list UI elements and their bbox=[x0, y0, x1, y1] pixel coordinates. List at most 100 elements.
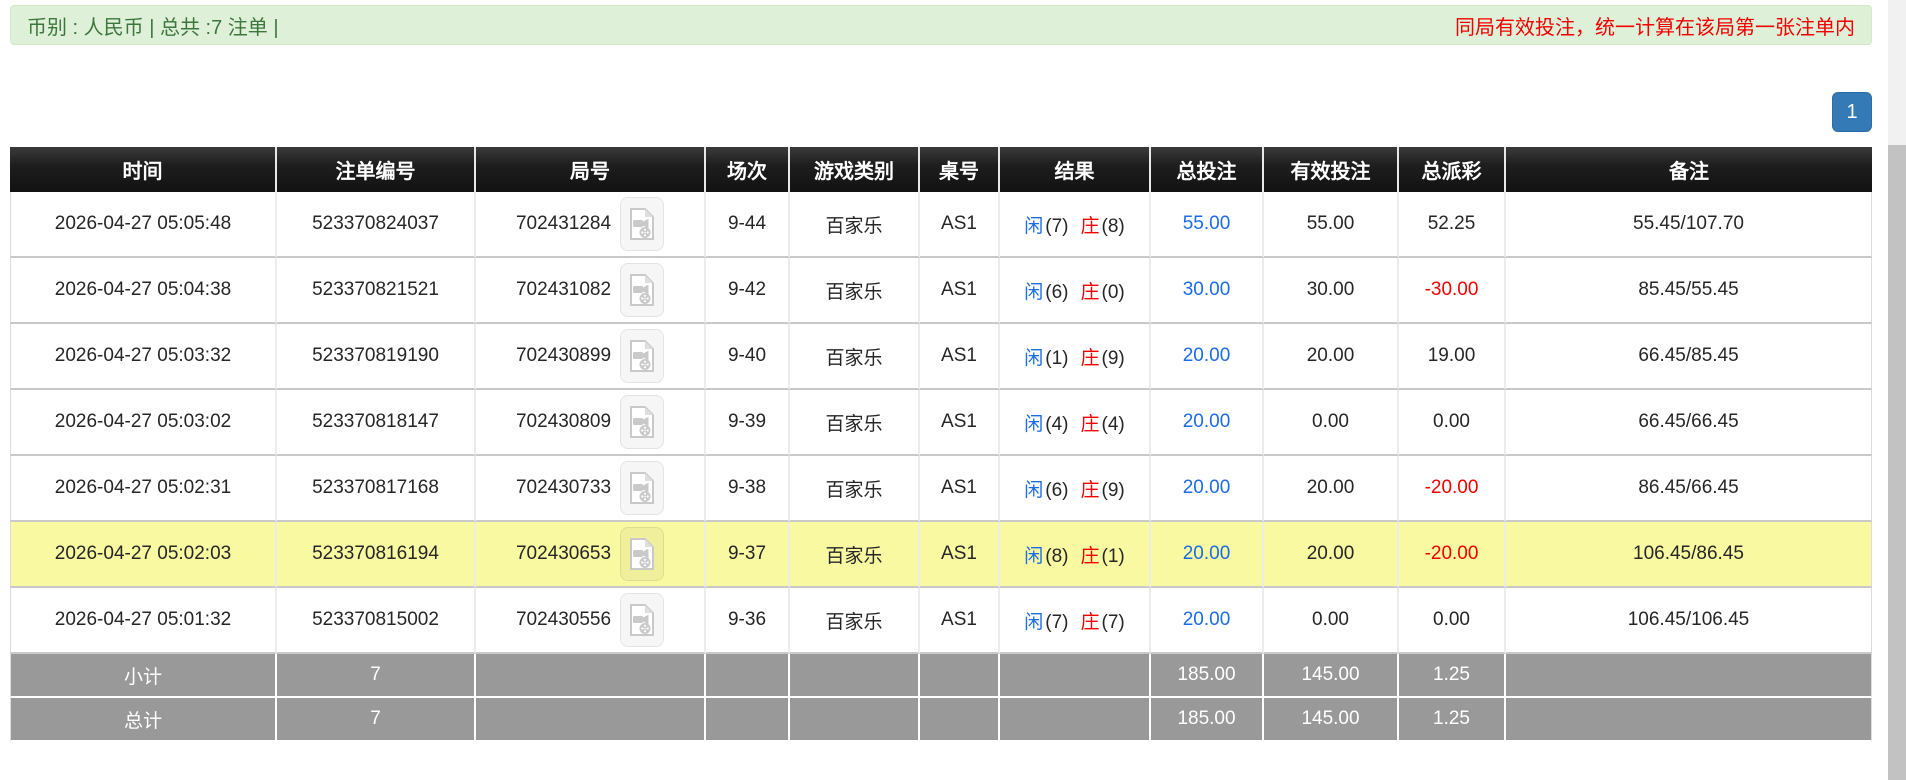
subtotal-row: 小计 7 185.00 145.00 1.25 bbox=[10, 654, 1872, 698]
payout-cell: -20.00 bbox=[1399, 456, 1506, 522]
result-player-label: 闲 bbox=[1024, 545, 1044, 567]
result-player-points: (1) bbox=[1045, 347, 1069, 369]
vertical-scrollbar[interactable] bbox=[1888, 0, 1906, 780]
header-time: 时间 bbox=[10, 147, 277, 192]
payout-cell: 0.00 bbox=[1399, 588, 1506, 654]
round-video-button[interactable] bbox=[620, 461, 665, 515]
result-cell: 闲 (6) 庄 (9) bbox=[1000, 456, 1151, 522]
total-bet-cell: 20.00 bbox=[1151, 390, 1264, 456]
round-video-button[interactable] bbox=[620, 329, 665, 383]
time-cell: 2026-04-27 05:03:32 bbox=[10, 324, 277, 390]
result-cell: 闲 (4) 庄 (4) bbox=[1000, 390, 1151, 456]
result-cell: 闲 (1) 庄 (9) bbox=[1000, 324, 1151, 390]
result-cell: 闲 (8) 庄 (1) bbox=[1000, 522, 1151, 588]
result-player-points: (4) bbox=[1045, 413, 1069, 435]
session-cell: 9-38 bbox=[706, 456, 790, 522]
round-id-value: 702430899 bbox=[515, 345, 612, 366]
bet-id-cell: 523370821521 bbox=[277, 258, 476, 324]
round-video-button[interactable] bbox=[620, 263, 665, 317]
result-player-points: (6) bbox=[1045, 281, 1069, 303]
video-file-icon bbox=[630, 340, 655, 372]
result-banker-points: (9) bbox=[1101, 479, 1125, 501]
video-file-icon bbox=[630, 274, 655, 306]
scrollbar-thumb[interactable] bbox=[1888, 145, 1906, 780]
result-banker-label: 庄 bbox=[1080, 479, 1100, 501]
valid-bet-cell: 0.00 bbox=[1264, 390, 1399, 456]
subtotal-empty-round-id-cell bbox=[476, 654, 706, 698]
remark-cell: 66.45/66.45 bbox=[1506, 390, 1872, 456]
round-id-value: 702430556 bbox=[515, 609, 612, 630]
table-row: 2026-04-27 05:01:32 523370815002 702430556… bbox=[10, 588, 1872, 654]
round-video-button[interactable] bbox=[620, 593, 665, 647]
table-row: 2026-04-27 05:05:48 523370824037 702431284… bbox=[10, 192, 1872, 258]
result-player-points: (7) bbox=[1045, 215, 1069, 237]
game-type-cell: 百家乐 bbox=[790, 390, 920, 456]
table-no-cell: AS1 bbox=[920, 324, 1000, 390]
round-id-wrap: 702431284 bbox=[477, 197, 703, 251]
total-bet-cell: 20.00 bbox=[1151, 324, 1264, 390]
round-video-button[interactable] bbox=[620, 197, 665, 251]
grand-total-empty-round-id-cell bbox=[476, 698, 706, 742]
table-row: 2026-04-27 05:02:03 523370816194 702430653… bbox=[10, 522, 1872, 588]
valid-bet-note: 同局有效投注，统一计算在该局第一张注单内 bbox=[1455, 16, 1855, 39]
round-video-button[interactable] bbox=[620, 527, 665, 581]
subtotal-count-cell: 7 bbox=[277, 654, 476, 698]
round-video-button[interactable] bbox=[620, 395, 665, 449]
result-banker-label: 庄 bbox=[1080, 281, 1100, 303]
remark-cell: 85.45/55.45 bbox=[1506, 258, 1872, 324]
round-id-wrap: 702430809 bbox=[477, 395, 703, 449]
time-cell: 2026-04-27 05:02:31 bbox=[10, 456, 277, 522]
table-no-cell: AS1 bbox=[920, 192, 1000, 258]
result-banker-label: 庄 bbox=[1080, 611, 1100, 633]
table-no-cell: AS1 bbox=[920, 588, 1000, 654]
grand-total-empty-result-cell bbox=[1000, 698, 1151, 742]
bet-id-cell: 523370818147 bbox=[277, 390, 476, 456]
round-id-wrap: 702430653 bbox=[477, 527, 703, 581]
grand-total-label-cell: 总计 bbox=[10, 698, 277, 742]
subtotal-payout-cell: 1.25 bbox=[1399, 654, 1506, 698]
session-cell: 9-36 bbox=[706, 588, 790, 654]
total-bet-cell: 55.00 bbox=[1151, 192, 1264, 258]
grand-total-payout-cell: 1.25 bbox=[1399, 698, 1506, 742]
time-cell: 2026-04-27 05:03:02 bbox=[10, 390, 277, 456]
table-row: 2026-04-27 05:02:31 523370817168 702430733… bbox=[10, 456, 1872, 522]
valid-bet-cell: 20.00 bbox=[1264, 522, 1399, 588]
result-player-label: 闲 bbox=[1024, 611, 1044, 633]
round-id-cell: 702430809 bbox=[476, 390, 706, 456]
subtotal-empty-remark-cell bbox=[1506, 654, 1872, 698]
total-bet-cell: 20.00 bbox=[1151, 522, 1264, 588]
currency-total-text: 币别 : 人民币 | 总共 :7 注单 | bbox=[27, 16, 279, 39]
subtotal-valid-bet-cell: 145.00 bbox=[1264, 654, 1399, 698]
round-id-cell: 702431284 bbox=[476, 192, 706, 258]
result-cell: 闲 (7) 庄 (7) bbox=[1000, 588, 1151, 654]
result-player-points: (6) bbox=[1045, 479, 1069, 501]
valid-bet-cell: 30.00 bbox=[1264, 258, 1399, 324]
subtotal-empty-table-no-cell bbox=[920, 654, 1000, 698]
summary-info-bar: 币别 : 人民币 | 总共 :7 注单 | 同局有效投注，统一计算在该局第一张注… bbox=[10, 5, 1872, 45]
remark-cell: 55.45/107.70 bbox=[1506, 192, 1872, 258]
result-banker-label: 庄 bbox=[1080, 347, 1100, 369]
grand-total-empty-remark-cell bbox=[1506, 698, 1872, 742]
result-player-points: (7) bbox=[1045, 611, 1069, 633]
game-type-cell: 百家乐 bbox=[790, 456, 920, 522]
round-id-value: 702430733 bbox=[515, 477, 612, 498]
remark-cell: 86.45/66.45 bbox=[1506, 456, 1872, 522]
game-type-cell: 百家乐 bbox=[790, 588, 920, 654]
result-cell: 闲 (6) 庄 (0) bbox=[1000, 258, 1151, 324]
session-cell: 9-42 bbox=[706, 258, 790, 324]
remark-cell: 106.45/106.45 bbox=[1506, 588, 1872, 654]
table-no-cell: AS1 bbox=[920, 390, 1000, 456]
bet-table-body: 2026-04-27 05:05:48 523370824037 702431284… bbox=[10, 192, 1872, 742]
result-banker-points: (0) bbox=[1101, 281, 1125, 303]
page-1-button[interactable]: 1 bbox=[1832, 92, 1872, 132]
game-type-cell: 百家乐 bbox=[790, 522, 920, 588]
game-type-cell: 百家乐 bbox=[790, 324, 920, 390]
payout-cell: -30.00 bbox=[1399, 258, 1506, 324]
round-id-wrap: 702431082 bbox=[477, 263, 703, 317]
grand-total-empty-table-no-cell bbox=[920, 698, 1000, 742]
total-bet-cell: 30.00 bbox=[1151, 258, 1264, 324]
table-row: 2026-04-27 05:04:38 523370821521 702431082… bbox=[10, 258, 1872, 324]
bet-id-cell: 523370815002 bbox=[277, 588, 476, 654]
result-player-label: 闲 bbox=[1024, 347, 1044, 369]
result-banker-points: (9) bbox=[1101, 347, 1125, 369]
